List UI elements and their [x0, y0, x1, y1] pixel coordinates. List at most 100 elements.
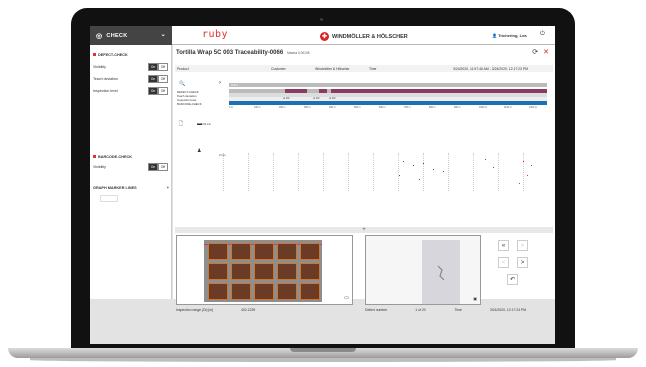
check-label: CHECK [106, 32, 128, 39]
defect-plot [223, 153, 541, 193]
zoom-icon[interactable]: 🔍 [179, 81, 185, 87]
page-title: Tortilla Wrap 5C 003 Traceability-0066 Ma… [176, 50, 310, 56]
barcode-dot-icon [93, 155, 96, 158]
time-value: 3/24/2020, 11:57:46 AM - 3/24/2020, 12:1… [453, 66, 528, 71]
screen-icon[interactable]: ▭ [344, 295, 349, 301]
zoom-box-icon[interactable]: ▣ [473, 296, 477, 301]
print-tile [300, 263, 320, 280]
close-icon[interactable]: ✕ [543, 49, 549, 56]
plot-point [531, 165, 532, 166]
plot-point [419, 179, 420, 180]
info-bar: Product Customer Windmöller & Hölscher T… [175, 65, 553, 72]
title-subtitle: Marma 0.00105 [287, 51, 310, 55]
defect-dot-icon [93, 53, 96, 56]
main-panel: Tortilla Wrap 5C 003 Traceability-0066 Ma… [173, 45, 555, 312]
grid-line [223, 153, 224, 191]
defect-image [422, 240, 460, 304]
barcode-visibility-row: Visibility On Off [93, 162, 171, 171]
toggle-off[interactable]: Off [158, 86, 168, 95]
marker-input[interactable] [100, 195, 118, 202]
inspection-label: Inspection level [93, 88, 118, 93]
plot-point [519, 183, 520, 184]
barcode-visibility-toggle[interactable]: On Off [148, 162, 168, 171]
rotate-button[interactable]: ↶ [507, 274, 518, 285]
grid-line [298, 153, 299, 191]
next-defect-button[interactable]: » [517, 240, 528, 251]
grid-line [423, 153, 424, 191]
axis-tick: 100 m [254, 106, 261, 109]
axis-tick: 1000 m [479, 106, 487, 109]
check-menu[interactable]: ◎ CHECK ⌄ [90, 26, 172, 45]
plot-point [403, 161, 404, 162]
prev-label: « [501, 242, 506, 249]
axis-tick: 400 m [329, 106, 336, 109]
print-tile [300, 243, 320, 260]
trace-axis: 0 m 100 m 200 m 300 m 400 m 500 m 600 m 700 m 80… [229, 106, 547, 110]
grid-line [523, 153, 524, 191]
visibility-label: Visibility [93, 64, 106, 69]
plot-point [523, 161, 524, 162]
plot-point [443, 171, 444, 172]
visibility-toggle[interactable]: On Off [148, 62, 168, 71]
prev-defect-button[interactable]: « [498, 240, 509, 251]
chevron-down-icon[interactable]: ⌄ [161, 31, 166, 38]
product-label: Product [177, 66, 189, 71]
marker: ⊕ 2/2 [329, 97, 336, 100]
axis-tick: 900 m [454, 106, 461, 109]
laptop-shadow [30, 358, 616, 362]
web-image-panel: ▭ [176, 235, 353, 305]
left-button[interactable]: < [498, 257, 509, 268]
web-image [204, 240, 322, 302]
print-tile [231, 263, 251, 280]
toggle-on[interactable]: On [148, 74, 158, 83]
graph-marker-label: GRAPH MARKER LINES [93, 186, 137, 190]
customer-value: Windmöller & Hölscher [315, 66, 350, 71]
plot-point [413, 165, 414, 166]
chevron-right-icon[interactable]: › [219, 80, 221, 86]
toggle-off[interactable]: Off [158, 74, 168, 83]
laptop-mockup: ◎ CHECK ⌄ ruby ✚ WINDMÖLLER & HÖLSCHER 👤… [0, 0, 646, 367]
teach-toggle[interactable]: On Off [148, 74, 168, 83]
grid-line [398, 153, 399, 191]
print-tile [300, 283, 320, 300]
grid-line [273, 153, 274, 191]
top-bar: ◎ CHECK ⌄ ruby ✚ WINDMÖLLER & HÖLSCHER 👤… [90, 26, 555, 45]
grid-line [323, 153, 324, 191]
title-text: Tortilla Wrap 5C 003 Traceability-0066 [176, 50, 284, 56]
print-tile [254, 263, 274, 280]
logout-icon[interactable]: ⏻ [540, 31, 545, 38]
axis-tick: 200 m [279, 106, 286, 109]
toggle-off[interactable]: Off [158, 162, 168, 171]
plot-point [493, 167, 494, 168]
axis-tick: 1200 m [529, 106, 537, 109]
axis-tick: 800 m [429, 106, 436, 109]
add-marker-button[interactable]: + [167, 186, 169, 190]
user-menu[interactable]: 👤 Trichering, Lea [492, 33, 527, 38]
grid-line [473, 153, 474, 191]
defect-check-label: DEFECT-CHECK [98, 53, 128, 57]
laptop-notch [290, 348, 356, 352]
grid-line [373, 153, 374, 191]
roll-track: Roll 1 [229, 83, 547, 87]
person-icon[interactable]: ♟ [197, 148, 201, 154]
footer-left-value: 402.2239 [241, 308, 256, 312]
right-button[interactable]: > [517, 257, 528, 268]
inspection-toggle[interactable]: On Off [148, 86, 168, 95]
toggle-on[interactable]: On [148, 86, 158, 95]
toggle-on[interactable]: On [148, 162, 158, 171]
toggle-off[interactable]: Off [158, 62, 168, 71]
footer-mid: Defect number 1 of 20 Time 3/24/2020, 12:1… [365, 308, 554, 312]
graph-marker-lines: GRAPH MARKER LINES + [93, 186, 169, 190]
print-tile [231, 283, 251, 300]
time-label: Time [369, 66, 377, 71]
plot-point [423, 163, 424, 164]
document-icon[interactable]: 🗋 [179, 121, 183, 129]
refresh-icon[interactable]: ⟳ [532, 49, 538, 56]
axis-tick: 700 m [404, 106, 411, 109]
ruby-logo: ruby [202, 29, 229, 40]
defect-check-heading: DEFECT-CHECK [93, 53, 128, 57]
app-screen: ◎ CHECK ⌄ ruby ✚ WINDMÖLLER & HÖLSCHER 👤… [90, 26, 555, 344]
panel-divider[interactable]: + [175, 227, 553, 233]
toggle-on[interactable]: On [148, 62, 158, 71]
teach-label: Teach deviation [93, 76, 118, 81]
